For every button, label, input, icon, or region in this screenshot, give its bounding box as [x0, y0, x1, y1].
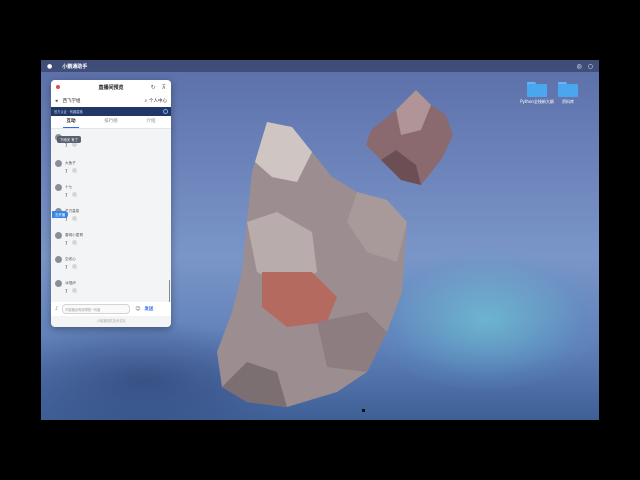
emoji-icon: [72, 288, 77, 293]
comment-bar: ♪ 不能输出有效帮唱一句被 ☺ 发送: [51, 302, 171, 316]
control-center-icon[interactable]: ◎: [577, 63, 582, 70]
message-count: 7: [65, 143, 68, 148]
banner-ring-icon: [163, 109, 168, 114]
desktop-folder-library[interactable]: 资料库: [548, 82, 588, 105]
tab-leaderboard[interactable]: 排行榜: [91, 116, 131, 128]
avatar: [55, 232, 62, 239]
notice-banner[interactable]: 官方认证 · 有趣直播: [51, 107, 171, 116]
tooltip: 下雨天 有了: [57, 136, 82, 143]
emoji-icon: [72, 240, 77, 245]
message-count: 7: [65, 169, 68, 174]
message-count: 7: [65, 193, 68, 198]
tab-intro[interactable]: 介绍: [131, 116, 171, 128]
search-icon[interactable]: ○: [588, 63, 593, 70]
message-username: 空老心: [65, 257, 76, 261]
window-title: 直播间预览: [98, 84, 124, 91]
comment-placeholder: 不能输出有效帮唱一句被: [65, 307, 101, 312]
folder-icon: [527, 82, 547, 97]
banner-text: 官方认证 · 有趣直播: [54, 110, 83, 114]
panel-tabs: 互动 排行榜 介绍: [51, 116, 171, 129]
go-live-button[interactable]: 去开播: [52, 211, 69, 218]
send-button[interactable]: 发送: [144, 306, 153, 312]
message-username: 十七: [65, 185, 73, 189]
live-preview-window: 直播间预览 ↻ ⊼ ◂ 西飞学姐 ⌕ 个人中心 官方认证 · 有趣直播 互动 排…: [51, 80, 171, 327]
mouse-cursor: [362, 409, 365, 412]
emoji-icon: [72, 168, 77, 173]
message-username: 春明小童哥: [65, 233, 83, 237]
avatar: [55, 280, 62, 287]
message-count: 7: [65, 241, 68, 246]
desktop-folder-label: 资料库: [562, 99, 574, 104]
emoji-icon: [72, 216, 77, 221]
message-username: 大鱼子: [65, 161, 76, 165]
window-titlebar: 直播间预览 ↻ ⊼: [51, 80, 171, 94]
comment-input[interactable]: 不能输出有效帮唱一句被: [62, 304, 131, 314]
message-count: 7: [65, 289, 68, 294]
chat-list[interactable]: 7 下雨天 有了 大鱼子 7 十七 7 芒刃高俊 7 春明小童哥 7 空老心 7…: [51, 130, 171, 302]
message-username: 冰馒伊: [65, 281, 76, 285]
main-rock: [217, 122, 407, 407]
message-count: 7: [65, 265, 68, 270]
menubar-app-name[interactable]: 小鹅通助手: [62, 63, 87, 70]
back-icon[interactable]: ◂: [55, 98, 58, 104]
avatar: [55, 184, 62, 191]
channel-bar: ◂ 西飞学姐 ⌕ 个人中心: [51, 94, 171, 107]
emoji-icon[interactable]: ☺: [135, 306, 140, 312]
menu-bar: ● 小鹅通助手 ◎ ○: [41, 60, 599, 72]
apple-icon[interactable]: ●: [47, 63, 52, 70]
powered-by-footer: 小鹅通提供技术支持: [96, 319, 126, 323]
avatar: [55, 256, 62, 263]
avatar: [55, 160, 62, 167]
emoji-icon: [72, 192, 77, 197]
user-center-link[interactable]: ⌕ 个人中心: [144, 98, 167, 104]
emoji-icon: [72, 264, 77, 269]
search-icon: ⌕: [144, 98, 147, 104]
channel-name: 西飞学姐: [62, 98, 81, 104]
folder-icon: [558, 82, 578, 97]
chat-scrollbar[interactable]: [168, 280, 170, 302]
microphone-icon[interactable]: ♪: [55, 306, 58, 312]
tab-interaction[interactable]: 互动: [51, 116, 91, 128]
